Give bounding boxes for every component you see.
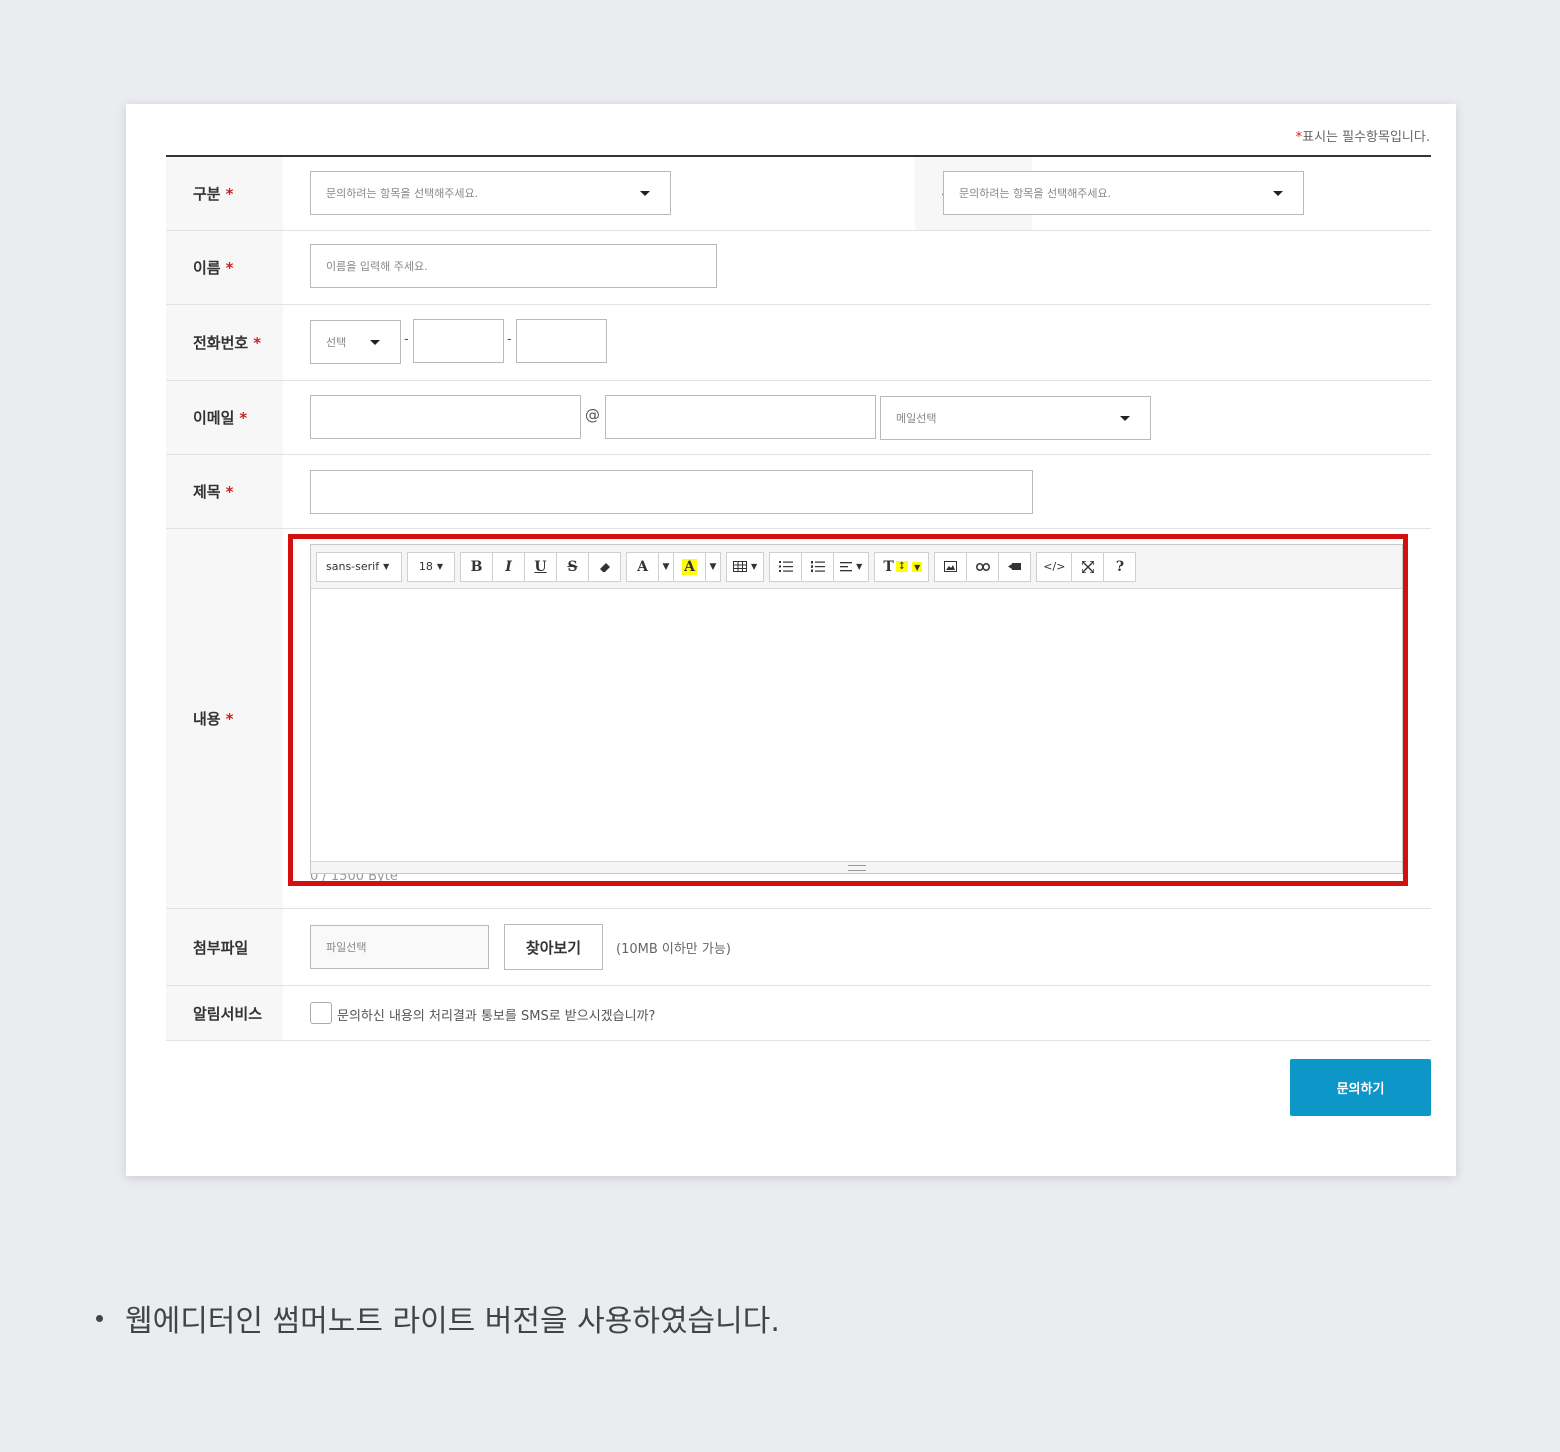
file-size-hint: (10MB 이하만 가능) bbox=[616, 942, 731, 957]
row-phone: 전화번호 * 선택 - - bbox=[166, 305, 1431, 381]
category-select[interactable]: 문의하려는 항목을 선택해주세요. bbox=[310, 171, 671, 215]
subject-input[interactable] bbox=[310, 470, 1033, 514]
email-id-input[interactable] bbox=[310, 395, 581, 439]
email-domain-select[interactable]: 메일선택 bbox=[880, 396, 1151, 440]
row-name: 이름 * 이름을 입력해 주세요. bbox=[166, 231, 1431, 305]
caption-text: 웹에디터인 썸머노트 라이트 버전을 사용하였습니다. bbox=[125, 1304, 780, 1339]
link-icon[interactable] bbox=[966, 551, 1000, 582]
phone-separator: - bbox=[404, 332, 409, 347]
editor-content-area[interactable] bbox=[311, 589, 1402, 861]
row-content: 내용 * 0 / 1500 Byte sans-serif ▼ 18 ▼ B I… bbox=[166, 529, 1431, 909]
row-subject: 제목 * bbox=[166, 455, 1431, 529]
subject-label: 제목 * bbox=[166, 455, 283, 528]
email-label: 이메일 * bbox=[166, 381, 283, 454]
eraser-icon[interactable] bbox=[588, 551, 621, 582]
required-note: *표시는 필수항목입니다. bbox=[1295, 130, 1430, 145]
italic-button[interactable]: I bbox=[492, 551, 525, 582]
ordered-list-icon[interactable] bbox=[801, 551, 835, 582]
field-select[interactable]: 문의하려는 항목을 선택해주세요. bbox=[943, 171, 1304, 215]
picture-icon[interactable] bbox=[934, 551, 968, 582]
table-icon[interactable]: ▼ bbox=[726, 551, 765, 582]
name-input[interactable]: 이름을 입력해 주세요. bbox=[310, 244, 717, 288]
editor-resize-handle[interactable] bbox=[311, 861, 1402, 873]
bullet-dot bbox=[96, 1314, 103, 1322]
font-color-caret[interactable]: ▼ bbox=[658, 551, 674, 582]
inquiry-form: 구분* 문의하려는 항목을 선택해주세요. 분야* 문의하려는 항목을 선택해주… bbox=[166, 155, 1431, 1041]
bold-button[interactable]: B bbox=[460, 551, 493, 582]
font-family-dropdown[interactable]: sans-serif ▼ bbox=[316, 551, 402, 582]
phone-prefix-select[interactable]: 선택 bbox=[310, 320, 401, 364]
sms-checkbox[interactable] bbox=[310, 1002, 332, 1024]
phone-last-input[interactable] bbox=[516, 319, 607, 363]
code-view-button[interactable]: </> bbox=[1036, 551, 1073, 582]
row-email: 이메일 * @ 메일선택 bbox=[166, 381, 1431, 455]
sms-checkbox-label[interactable]: 문의하신 내용의 처리결과 통보를 SMS로 받으시겠습니까? bbox=[337, 1005, 655, 1024]
line-height-button[interactable]: T ↕ ▼ bbox=[874, 551, 930, 582]
row-category: 구분* 문의하려는 항목을 선택해주세요. 분야* 문의하려는 항목을 선택해주… bbox=[166, 157, 1431, 231]
background-color-button[interactable]: A bbox=[673, 551, 706, 582]
phone-middle-input[interactable] bbox=[413, 319, 504, 363]
font-size-dropdown[interactable]: 18 ▼ bbox=[407, 551, 455, 582]
video-icon[interactable] bbox=[998, 551, 1032, 582]
align-icon[interactable]: ▼ bbox=[833, 551, 870, 582]
phone-separator: - bbox=[507, 332, 512, 347]
row-attachment: 첨부파일 파일선택 찾아보기 (10MB 이하만 가능) bbox=[166, 909, 1431, 986]
inquiry-form-card: *표시는 필수항목입니다. 구분* 문의하려는 항목을 선택해주세요. 분야* … bbox=[126, 104, 1456, 1176]
name-label: 이름 * bbox=[166, 231, 283, 304]
underline-button[interactable]: U bbox=[524, 551, 557, 582]
phone-label: 전화번호 * bbox=[166, 305, 283, 380]
notify-label: 알림서비스 bbox=[166, 986, 283, 1040]
attachment-label: 첨부파일 bbox=[166, 909, 283, 985]
unordered-list-icon[interactable] bbox=[769, 551, 803, 582]
file-name-field: 파일선택 bbox=[310, 925, 489, 969]
row-notify: 알림서비스 문의하신 내용의 처리결과 통보를 SMS로 받으시겠습니까? bbox=[166, 986, 1431, 1041]
editor-toolbar: sans-serif ▼ 18 ▼ B I U S A ▼ A ▼ ▼ ▼ T … bbox=[311, 545, 1402, 589]
at-sign: @ bbox=[585, 406, 600, 424]
category-label: 구분 * bbox=[166, 157, 283, 230]
help-button[interactable]: ? bbox=[1103, 551, 1137, 582]
submit-button[interactable]: 문의하기 bbox=[1290, 1059, 1431, 1116]
content-label: 내용 * bbox=[166, 529, 283, 908]
font-color-button[interactable]: A bbox=[626, 551, 659, 582]
strikethrough-button[interactable]: S bbox=[556, 551, 589, 582]
rich-text-editor: sans-serif ▼ 18 ▼ B I U S A ▼ A ▼ ▼ ▼ T … bbox=[310, 544, 1403, 874]
email-domain-input[interactable] bbox=[605, 395, 876, 439]
browse-button[interactable]: 찾아보기 bbox=[504, 924, 603, 970]
fullscreen-icon[interactable] bbox=[1071, 551, 1105, 582]
caption: 웹에디터인 썸머노트 라이트 버전을 사용하였습니다. bbox=[96, 1296, 780, 1340]
background-color-caret[interactable]: ▼ bbox=[705, 551, 721, 582]
